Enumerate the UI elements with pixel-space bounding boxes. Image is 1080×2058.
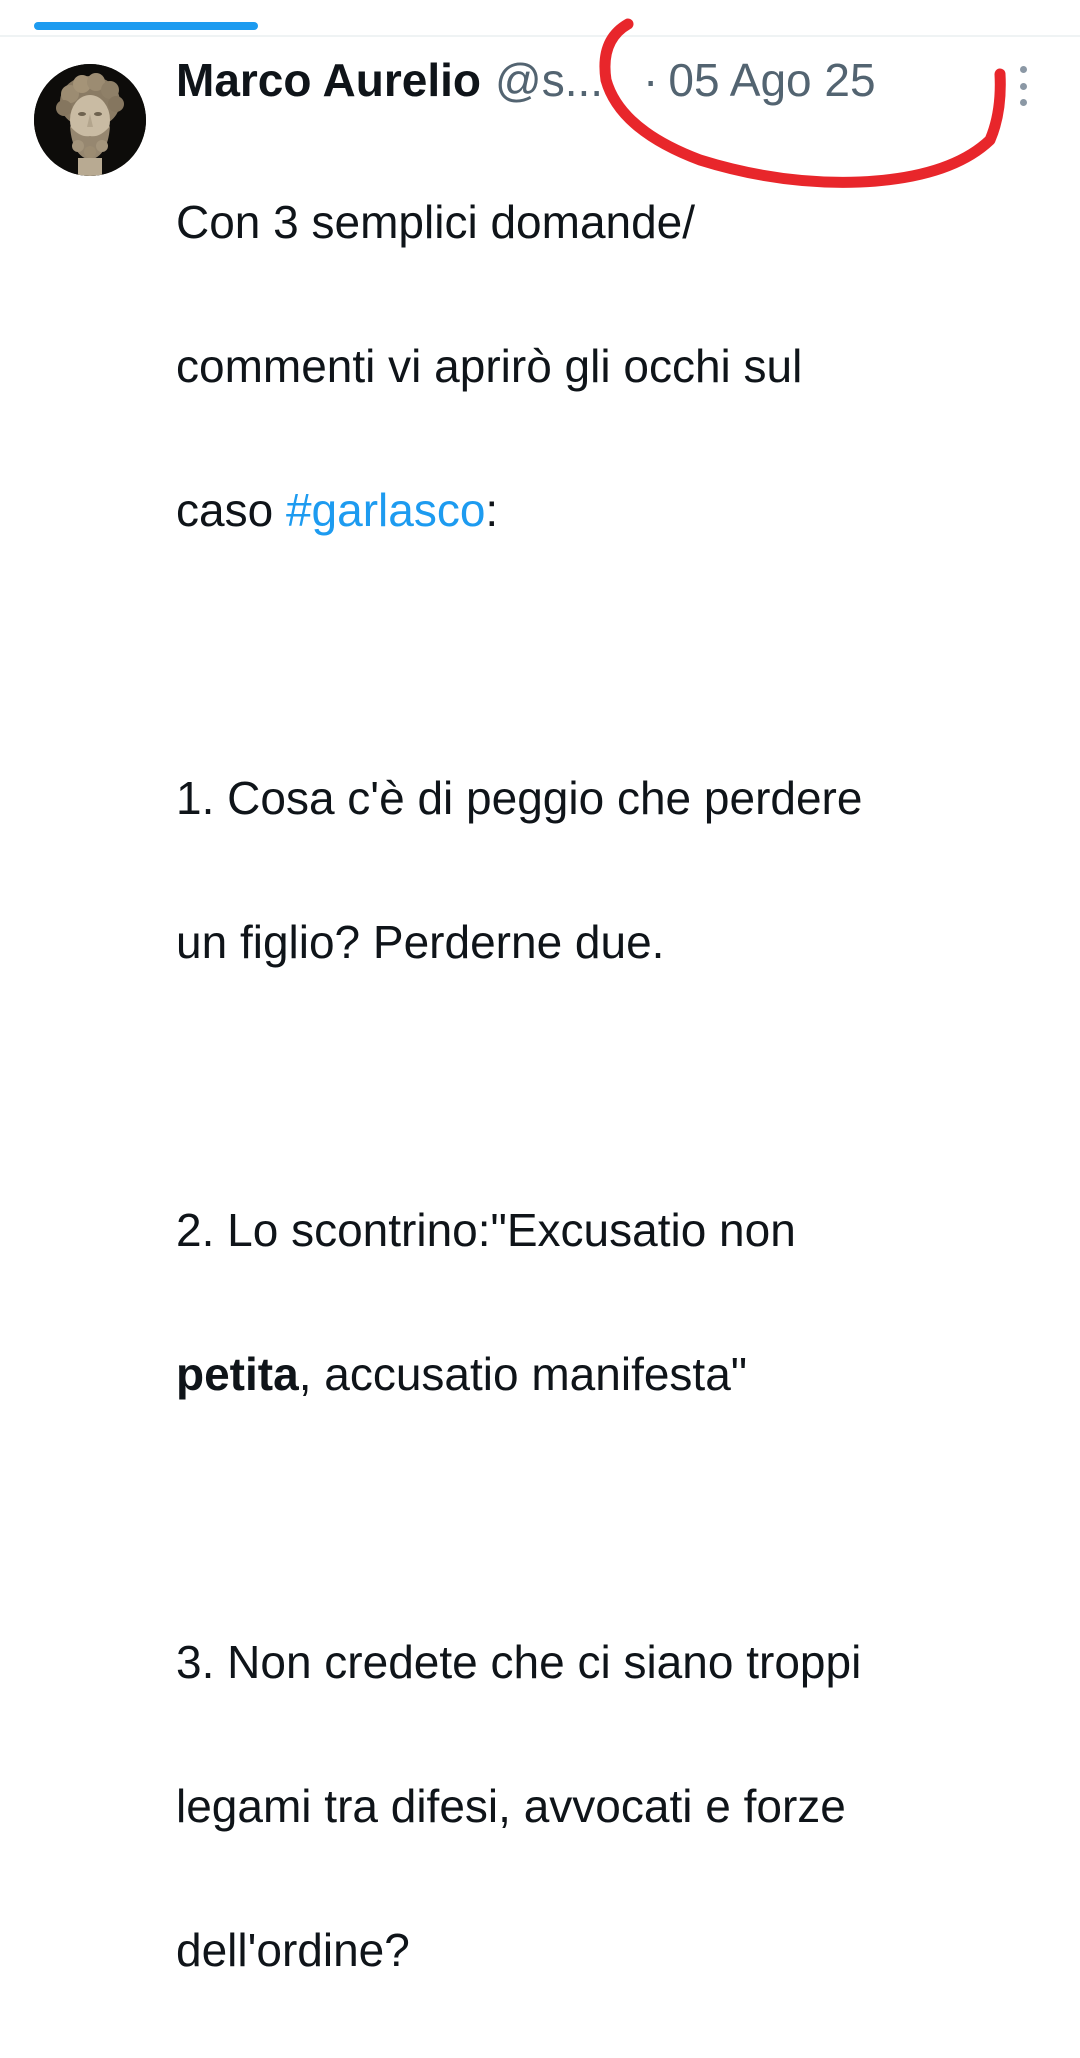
header-divider [0,35,1080,37]
tweet-line: un figlio? Perderne due. [176,916,665,968]
tweet-line: 3. Non credete che ci siano troppi [176,1636,862,1688]
bold-text: petita [176,1348,299,1400]
tweet-date[interactable]: 05 Ago 25 [668,53,875,107]
tweet-line: 2. Lo scontrino:"Excusatio non [176,1204,796,1256]
tweet-line-prefix: caso [176,484,286,536]
author-handle[interactable]: @s... [495,53,607,107]
tweet-line: legami tra difesi, avvocati e forze [176,1780,846,1832]
active-tab-indicator [34,22,258,30]
tweet-line: caso #garlasco: [176,474,1046,546]
tweet-line: 1. Cosa c'è di peggio che perdere [176,772,863,824]
tweet-line: petita, accusatio manifesta" [176,1338,1046,1410]
hashtag-link[interactable]: #garlasco [286,484,485,536]
more-options-icon[interactable] [1013,66,1033,106]
tweet-line-rest: , accusatio manifesta" [298,1348,748,1400]
marcus-aurelius-bust-icon [34,64,146,176]
tweet-header: Marco Aurelio @s... · 05 Ago 25 [176,52,1026,108]
avatar[interactable] [34,64,146,176]
header-separator: · [643,54,659,106]
author-name[interactable]: Marco Aurelio [176,53,481,107]
tweet-line: commenti vi aprirò gli occhi sul [176,340,803,392]
tweet-text: Con 3 semplici domande/ commenti vi apri… [176,114,1046,2058]
tweet-line: dell'ordine? [176,1924,410,1976]
tweet-line: Con 3 semplici domande/ [176,196,696,248]
tweet-line-suffix: : [485,484,499,536]
